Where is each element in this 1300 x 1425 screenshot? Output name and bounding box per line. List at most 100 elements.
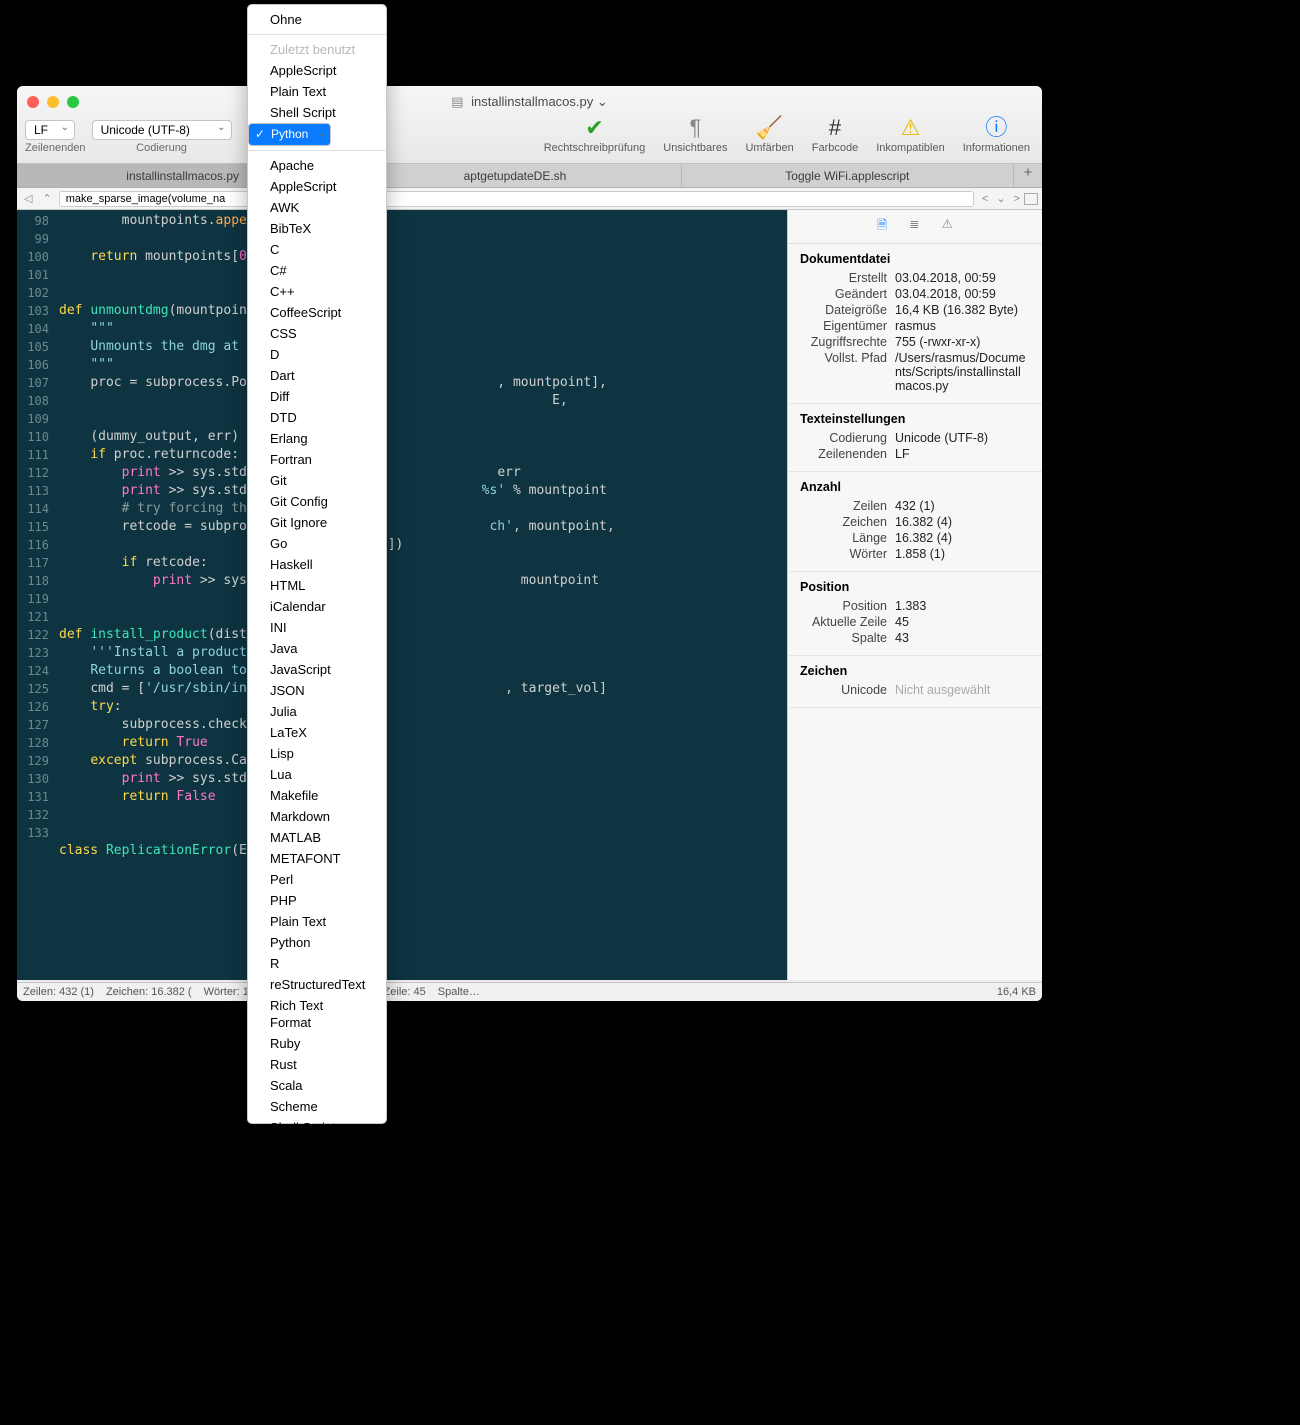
- syntax-option[interactable]: Fortran: [248, 449, 386, 470]
- info-count-section: Anzahl Zeilen432 (1) Zeichen16.382 (4) L…: [788, 472, 1042, 572]
- syntax-option[interactable]: JavaScript: [248, 659, 386, 680]
- syntax-option[interactable]: CSS: [248, 323, 386, 344]
- colorcode-icon: #: [829, 116, 841, 140]
- syntax-option[interactable]: Erlang: [248, 428, 386, 449]
- recolor-button[interactable]: 🧹Umfärben: [741, 114, 797, 156]
- syntax-option[interactable]: JSON: [248, 680, 386, 701]
- syntax-option[interactable]: Textile: [248, 1222, 386, 1243]
- syntax-option[interactable]: iCalendar: [248, 596, 386, 617]
- syntax-option[interactable]: Rust: [248, 1054, 386, 1075]
- info-tab-list-icon[interactable]: ≣: [909, 216, 919, 237]
- syntax-option[interactable]: MATLAB: [248, 827, 386, 848]
- syntax-option[interactable]: Swift: [248, 1180, 386, 1201]
- syntax-option[interactable]: Java: [248, 638, 386, 659]
- encoding-select[interactable]: Unicode (UTF-8): [92, 120, 232, 140]
- line-endings-select[interactable]: LF: [25, 120, 75, 140]
- syntax-option[interactable]: Shell Script: [248, 102, 386, 123]
- syntax-option[interactable]: AppleScript: [248, 176, 386, 197]
- incompatible-button[interactable]: ⚠Inkompatiblen: [872, 114, 949, 156]
- split-icon[interactable]: [1024, 193, 1038, 205]
- nav-up-icon[interactable]: ⌃: [39, 192, 54, 205]
- tabbar: installinstallmacos.pyaptgetupdateDE.shT…: [17, 164, 1042, 188]
- title-dropdown-icon[interactable]: ⌄: [597, 94, 608, 109]
- info-pane: 🗎 ≣ ⚠ Dokumentdatei Erstellt03.04.2018, …: [787, 210, 1042, 980]
- syntax-option[interactable]: BibTeX: [248, 218, 386, 239]
- add-tab-button[interactable]: +: [1014, 164, 1042, 187]
- syntax-option[interactable]: Ruby: [248, 1033, 386, 1054]
- editor-window: ▤ installinstallmacos.py ⌄ LF Zeilenende…: [17, 86, 1042, 1001]
- syntax-option[interactable]: Git Ignore: [248, 512, 386, 533]
- code-editor[interactable]: 9899100101102103104105106107108109110111…: [17, 210, 787, 980]
- status-lines: Zeilen: 432 (1): [23, 986, 94, 998]
- syntax-option[interactable]: AppleScript: [248, 60, 386, 81]
- syntax-option[interactable]: DTD: [248, 407, 386, 428]
- syntax-option[interactable]: Ohne: [248, 9, 386, 30]
- syntax-option[interactable]: LaTeX: [248, 722, 386, 743]
- tab[interactable]: Toggle WiFi.applescript: [682, 164, 1014, 187]
- syntax-option[interactable]: Tcl: [248, 1201, 386, 1222]
- spellcheck-button[interactable]: ✔Rechtschreibprüfung: [540, 114, 650, 156]
- syntax-option[interactable]: CoffeeScript: [248, 302, 386, 323]
- line-gutter: 9899100101102103104105106107108109110111…: [17, 210, 55, 842]
- syntax-option[interactable]: Perl: [248, 869, 386, 890]
- syntax-option[interactable]: XML: [248, 1264, 386, 1285]
- crumb-left-icon[interactable]: <: [978, 193, 992, 205]
- syntax-option[interactable]: Git Config: [248, 491, 386, 512]
- syntax-option[interactable]: Scala: [248, 1075, 386, 1096]
- tab[interactable]: aptgetupdateDE.sh: [349, 164, 681, 187]
- info-button[interactable]: ⓘInformationen: [959, 114, 1034, 156]
- syntax-option[interactable]: Verilog: [248, 1243, 386, 1264]
- syntax-option[interactable]: Lisp: [248, 743, 386, 764]
- info-tab-warning-icon[interactable]: ⚠: [942, 216, 953, 237]
- syntax-option[interactable]: D: [248, 344, 386, 365]
- nav-left-icon[interactable]: ◁: [21, 192, 35, 205]
- recolor-icon: 🧹: [756, 116, 783, 140]
- syntax-option[interactable]: Diff: [248, 386, 386, 407]
- window-title-text: installinstallmacos.py: [471, 94, 593, 109]
- syntax-option[interactable]: Haskell: [248, 554, 386, 575]
- syntax-option[interactable]: Python: [248, 123, 331, 146]
- colorcode-button[interactable]: #Farbcode: [808, 114, 862, 156]
- syntax-option[interactable]: HTML: [248, 575, 386, 596]
- syntax-option[interactable]: INI: [248, 617, 386, 638]
- syntax-option[interactable]: R: [248, 953, 386, 974]
- syntax-option[interactable]: C#: [248, 260, 386, 281]
- syntax-option[interactable]: SVG: [248, 1159, 386, 1180]
- syntax-option[interactable]: PHP: [248, 890, 386, 911]
- invisibles-icon: ¶: [689, 116, 701, 140]
- syntax-option[interactable]: Git: [248, 470, 386, 491]
- line-endings-label: Zeilenenden: [25, 142, 86, 154]
- syntax-option[interactable]: C++: [248, 281, 386, 302]
- syntax-option[interactable]: Makefile: [248, 785, 386, 806]
- syntax-dropdown[interactable]: OhneZuletzt benutztAppleScriptPlain Text…: [247, 4, 387, 1124]
- info-pos-section: Position Position1.383 Aktuelle Zeile45 …: [788, 572, 1042, 656]
- syntax-option[interactable]: reStructuredText: [248, 974, 386, 995]
- syntax-option[interactable]: Go: [248, 533, 386, 554]
- syntax-option[interactable]: YAML: [248, 1285, 386, 1306]
- syntax-option[interactable]: AWK: [248, 197, 386, 218]
- statusbar: Zeilen: 432 (1) Zeichen: 16.382 ( Wörter…: [17, 982, 1042, 1001]
- syntax-option[interactable]: Julia: [248, 701, 386, 722]
- crumb-right-icon[interactable]: >: [1010, 193, 1024, 205]
- syntax-option[interactable]: Markdown: [248, 806, 386, 827]
- syntax-option[interactable]: Rich Text Format: [248, 995, 386, 1033]
- syntax-option[interactable]: Plain Text: [248, 81, 386, 102]
- syntax-option[interactable]: Scheme: [248, 1096, 386, 1117]
- info-doc-section: Dokumentdatei Erstellt03.04.2018, 00:59 …: [788, 244, 1042, 404]
- syntax-option[interactable]: Python: [248, 932, 386, 953]
- breadcrumb-bar: ◁ ⌃ make_sparse_image(volume_na < ⌄ >: [17, 188, 1042, 210]
- syntax-option[interactable]: Dart: [248, 365, 386, 386]
- crumb-down-icon[interactable]: ⌄: [992, 192, 1009, 205]
- syntax-option[interactable]: C: [248, 239, 386, 260]
- symbol-select[interactable]: make_sparse_image(volume_na: [59, 191, 974, 207]
- syntax-option[interactable]: Plain Text: [248, 911, 386, 932]
- invisibles-button[interactable]: ¶Unsichtbares: [659, 114, 731, 156]
- info-tab-document-icon[interactable]: 🗎: [877, 216, 887, 237]
- info-char-header: Zeichen: [800, 664, 1030, 678]
- syntax-option[interactable]: Shell Script: [248, 1117, 386, 1138]
- syntax-option: Zuletzt benutzt: [248, 39, 386, 60]
- syntax-option[interactable]: Apache: [248, 155, 386, 176]
- syntax-option[interactable]: SQL: [248, 1138, 386, 1159]
- syntax-option[interactable]: METAFONT: [248, 848, 386, 869]
- syntax-option[interactable]: Lua: [248, 764, 386, 785]
